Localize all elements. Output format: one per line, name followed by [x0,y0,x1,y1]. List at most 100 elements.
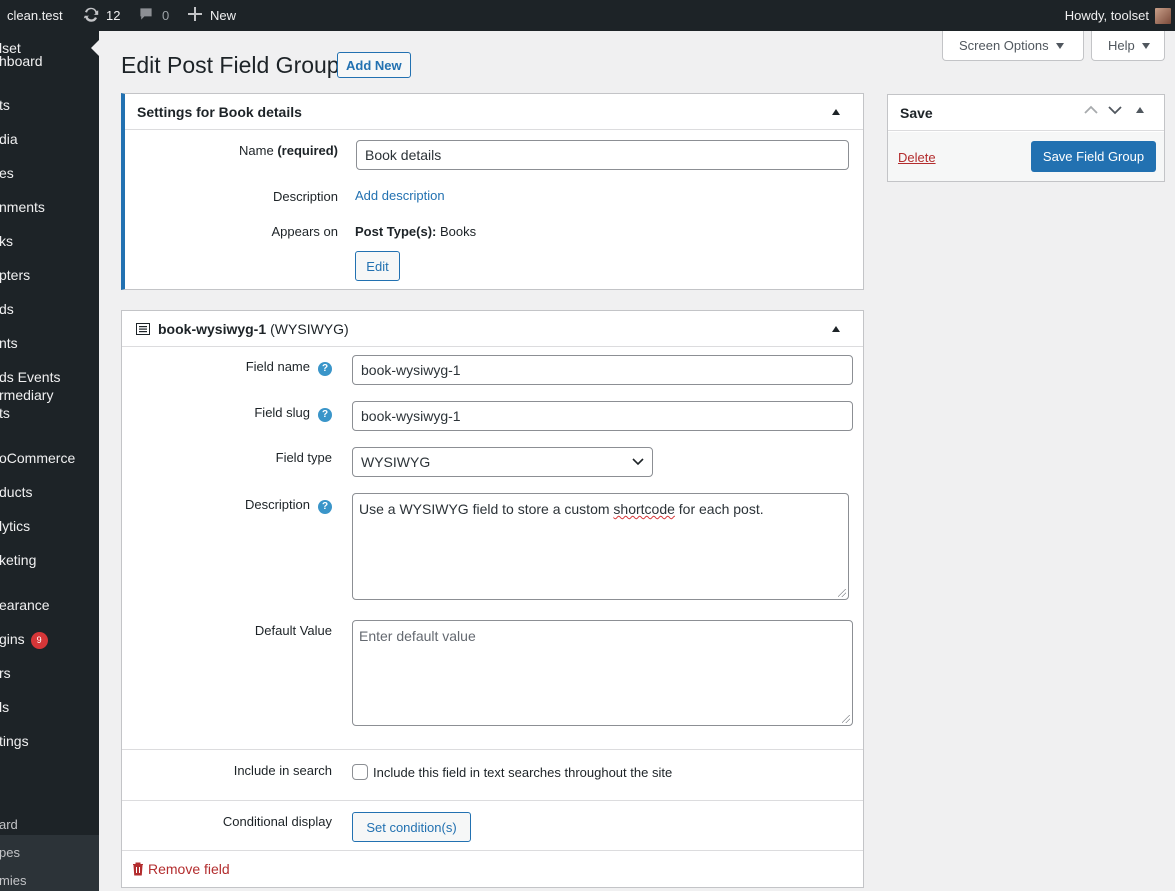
page-title: Edit Post Field Group [121,52,340,78]
divider [122,749,863,750]
menu-item-marketing[interactable]: keting [0,551,36,569]
appears-on-label: Appears on [271,224,339,239]
field-box-title: book-wysiwyg-1 [158,320,267,337]
menu-item-tools[interactable]: ls [0,698,9,716]
menu-item-intermediary[interactable]: rmediary [0,386,53,404]
collapse-toggle-icon[interactable] [832,326,840,332]
trash-icon [132,862,144,876]
name-label-text: Name [239,143,274,158]
site-name-link[interactable]: clean.test [7,0,63,31]
settings-box-header[interactable]: Settings for Book details [125,94,863,130]
default-value-label: Default Value [254,623,332,638]
edit-appears-on-button[interactable]: Edit [355,251,400,281]
menu-item-books[interactable]: ks [0,232,13,250]
avatar [1155,7,1171,24]
save-box: Save Delete Save Field Group [887,94,1165,182]
new-content-link[interactable]: New [188,0,236,31]
site-name: clean.test [7,8,63,23]
include-search-text: Include this field in text searches thro… [373,764,673,780]
menu-item-appearance[interactable]: earance [0,596,50,614]
remove-field-link[interactable]: Remove field [132,861,230,877]
default-value-textarea[interactable]: Enter default value [352,620,853,726]
menu-item-chapters[interactable]: pters [0,266,30,284]
screen-options-button[interactable]: Screen Options [942,31,1084,61]
comment-icon [138,6,154,25]
resize-handle-icon[interactable] [842,715,850,723]
menu-item-comments[interactable]: nments [0,198,45,216]
current-menu-arrow [91,40,99,56]
group-name-input[interactable]: Book details [356,140,849,170]
my-account-link[interactable]: Howdy, toolset [1065,0,1171,31]
menu-item-plugins[interactable]: gins 9 [0,630,48,649]
field-box: book-wysiwyg-1 (WYSIWYG) Field name? boo… [121,310,864,888]
description-text-misspelled: shortcode [613,501,675,517]
menu-item-analytics[interactable]: lytics [0,517,30,535]
set-conditions-button[interactable]: Set condition(s) [352,812,471,842]
settings-box: Settings for Book details Name (required… [121,93,864,290]
menu-item-media[interactable]: dia [0,130,18,148]
appears-on-value: Post Type(s): Books [355,224,476,239]
field-name-label: Field name? [182,359,332,376]
admin-menu: hboard ts dia es nments ks pters ds nts … [0,31,99,891]
menu-item-posts[interactable]: ts [0,96,10,114]
help-label: Help [1108,38,1135,53]
submenu-item-taxonomies[interactable]: mies [0,873,26,888]
menu-item-birds[interactable]: ds [0,300,14,318]
add-new-button[interactable]: Add New [337,52,411,78]
field-box-header[interactable]: book-wysiwyg-1 (WYSIWYG) [122,311,863,347]
submenu-item-dashboard[interactable]: ard [0,817,18,832]
comments-count: 0 [162,8,170,23]
help-icon[interactable]: ? [318,408,332,422]
screen-options-label: Screen Options [959,38,1049,53]
field-name-label-text: Field name [245,359,310,374]
divider [122,800,863,801]
description-label: Description [272,189,338,204]
menu-item-users[interactable]: rs [0,664,11,682]
plugins-update-badge: 9 [30,632,48,649]
menu-item-intermediary-posts[interactable]: ts [0,404,10,422]
required-marker: (required) [277,143,338,158]
chevron-down-icon [632,458,644,466]
description-label-text: Description [244,497,310,512]
menu-item-woocommerce[interactable]: oCommerce [0,449,75,467]
post-types-label: Post Type(s): [355,224,437,239]
collapse-toggle-icon[interactable] [832,109,840,115]
name-label: Name (required) [205,143,338,158]
field-slug-input[interactable]: book-wysiwyg-1 [352,401,853,431]
resize-handle-icon[interactable] [838,589,846,597]
conditional-display-label: Conditional display [222,814,332,829]
updates-link[interactable]: 12 [82,0,120,31]
help-button[interactable]: Help [1091,31,1165,61]
move-down-icon[interactable] [1108,105,1122,115]
comments-link[interactable]: 0 [138,0,169,31]
default-value-placeholder: Enter default value [359,628,476,644]
field-type-value: WYSIWYG [361,454,431,470]
plus-icon [188,7,202,24]
save-field-group-button[interactable]: Save Field Group [1031,141,1156,172]
menu-item-settings[interactable]: tings [0,732,29,750]
field-type-select[interactable]: WYSIWYG [352,447,653,477]
menu-item-birds-events[interactable]: ds Events [0,368,60,386]
caret-down-icon [1055,42,1064,49]
field-name-input[interactable]: book-wysiwyg-1 [352,355,853,385]
delete-link[interactable]: Delete [898,150,936,165]
field-slug-label: Field slug? [182,405,332,422]
divider [122,850,863,851]
include-search-option[interactable]: Include this field in text searches thro… [352,764,672,780]
help-icon[interactable]: ? [318,362,332,376]
settings-box-title: Settings for Book details [137,103,302,120]
field-description-textarea[interactable]: Use a WYSIWYG field to store a custom sh… [352,493,849,600]
menu-item-products[interactable]: ducts [0,483,32,501]
collapse-toggle-icon[interactable] [1136,107,1144,113]
caret-down-icon [1141,42,1150,49]
submenu-item-types[interactable]: pes [0,845,20,860]
admin-bar: clean.test 12 0 New Howdy, toolset [0,0,1175,31]
field-slug-label-text: Field slug [254,405,310,420]
save-box-title: Save [900,104,933,121]
menu-item-events[interactable]: nts [0,334,18,352]
help-icon[interactable]: ? [318,500,332,514]
include-search-checkbox[interactable] [352,764,368,780]
menu-item-pages[interactable]: es [0,164,14,182]
move-up-icon[interactable] [1084,105,1098,115]
add-description-link[interactable]: Add description [355,188,445,203]
